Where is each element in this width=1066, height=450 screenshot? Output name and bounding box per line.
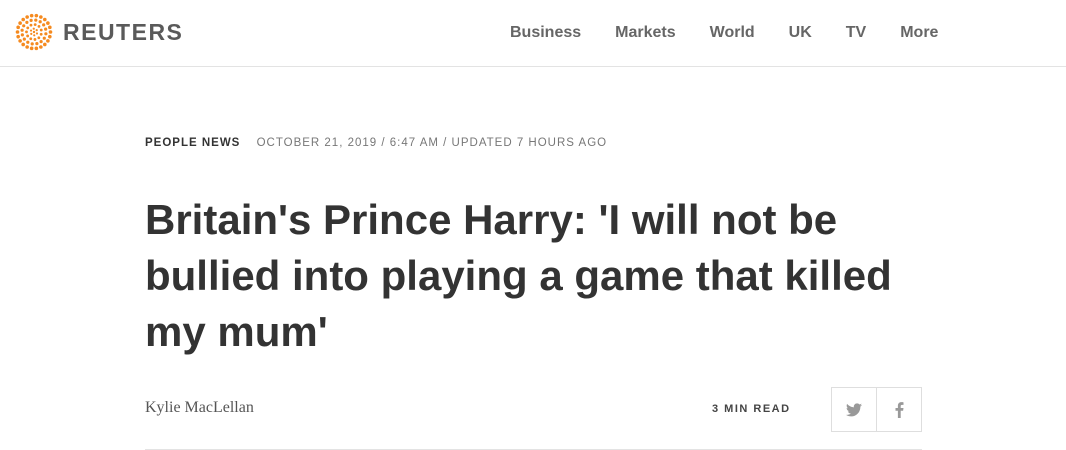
logo-dot (34, 46, 39, 51)
logo-dot (18, 21, 22, 25)
facebook-share-button[interactable] (876, 388, 921, 431)
logo-dot (39, 32, 43, 36)
logo-dot (25, 15, 29, 19)
nav-item-uk[interactable]: UK (789, 24, 812, 42)
logo-dot (46, 21, 50, 25)
article-dateline: OCTOBER 21, 2019 / 6:47 AM / UPDATED 7 H… (256, 137, 608, 149)
twitter-icon (846, 402, 862, 416)
logo-dot (42, 23, 46, 27)
logo-dot (37, 25, 41, 28)
logo-dot (26, 40, 30, 44)
logo-dot (22, 37, 26, 41)
logo-dot (18, 39, 22, 43)
nav-item-business[interactable]: Business (510, 24, 581, 42)
logo-dot (42, 36, 46, 40)
logo-dot (33, 23, 37, 26)
byline-row: Kylie MacLellan 3 MIN READ (145, 387, 922, 432)
logo-dot (29, 46, 34, 51)
read-time: 3 MIN READ (712, 403, 791, 415)
logo-dot (21, 17, 25, 22)
logo-dot (25, 20, 29, 24)
logo-dot (33, 38, 37, 41)
facebook-icon (895, 401, 903, 418)
logo-dot (44, 32, 48, 36)
logo-dot (35, 29, 38, 32)
logo-dot (16, 34, 20, 39)
logo-dot (29, 37, 33, 41)
logo-dot (39, 45, 43, 49)
nav-item-tv[interactable]: TV (846, 24, 866, 42)
site-header: REUTERS Business Markets World UK TV Mor… (0, 0, 1066, 67)
logo-dot (25, 45, 29, 49)
logo-dot (26, 34, 30, 38)
logo-dot (39, 40, 43, 44)
logo-dot (48, 25, 52, 30)
logo-dot (34, 18, 38, 22)
logo-dot (30, 42, 34, 46)
logo-dot (22, 24, 26, 28)
logo-dot (32, 30, 36, 34)
logo-dot (21, 42, 25, 47)
reuters-logo-icon (15, 13, 53, 51)
logo-dot (16, 25, 20, 30)
nav-item-markets[interactable]: Markets (615, 24, 675, 42)
twitter-share-button[interactable] (832, 388, 876, 431)
share-buttons (831, 387, 922, 432)
logo-dot (29, 23, 33, 27)
logo-dot (43, 17, 47, 22)
logo-dot (20, 28, 24, 32)
article-headline: Britain's Prince Harry: 'I will not be b… (145, 196, 892, 355)
logo-dot (37, 36, 41, 40)
logo-dot (38, 20, 42, 24)
logo-dot (39, 15, 43, 19)
logo-dot (33, 34, 36, 37)
logo-dot (35, 32, 39, 35)
logo-dot (44, 27, 48, 31)
logo-dot (48, 30, 53, 34)
logo-dot (48, 34, 52, 39)
logo-dot (35, 42, 39, 46)
logo-dot (25, 30, 28, 34)
logo-dot (15, 30, 20, 34)
logo-dot (46, 39, 50, 43)
reuters-logo[interactable]: REUTERS (15, 13, 183, 51)
logo-dot (29, 13, 34, 18)
logo-dot (29, 18, 33, 22)
logo-dot (34, 13, 39, 18)
logo-dot (20, 33, 24, 37)
logo-dot (26, 26, 30, 30)
logo-dot (43, 42, 47, 47)
logo-dot (29, 29, 33, 32)
nav-item-more[interactable]: More (900, 24, 938, 42)
logo-dot (39, 28, 43, 32)
logo-wordmark: REUTERS (63, 18, 184, 45)
logo-dot (30, 32, 33, 35)
article-meta: PEOPLE NEWS OCTOBER 21, 2019 / 6:47 AM /… (145, 137, 607, 149)
main-nav: Business Markets World UK TV More (510, 0, 938, 66)
nav-item-world[interactable]: World (710, 24, 755, 42)
logo-dot (32, 27, 35, 30)
author-name[interactable]: Kylie MacLellan (145, 399, 254, 417)
section-link[interactable]: PEOPLE NEWS (145, 137, 240, 149)
